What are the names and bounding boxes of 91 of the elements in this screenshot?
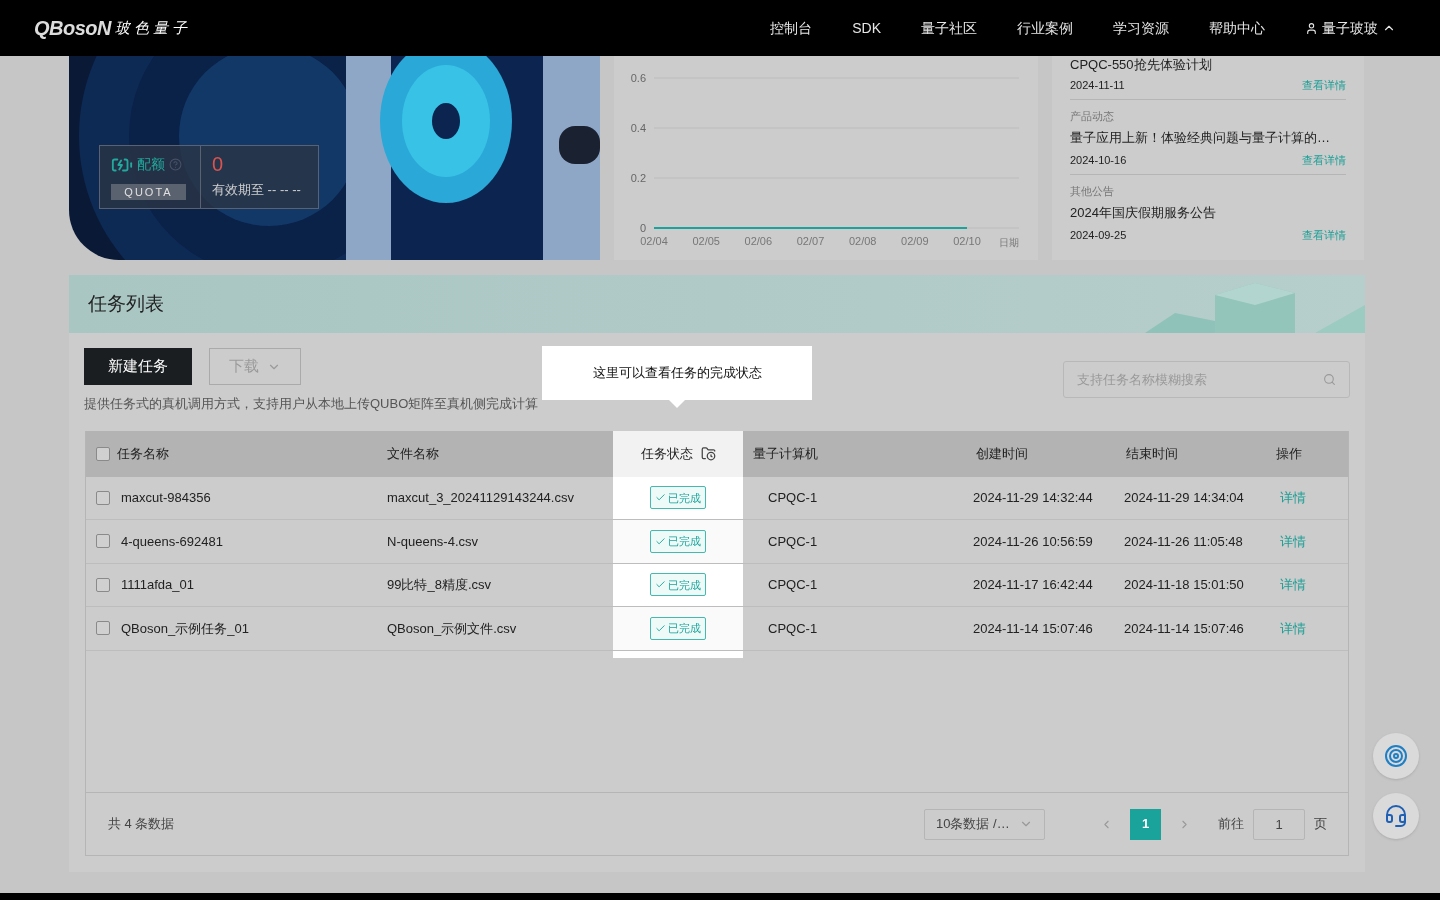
help-icon[interactable] — [169, 158, 182, 172]
y-tick-label: 0.4 — [630, 122, 646, 134]
support-button[interactable] — [1373, 793, 1419, 839]
status-tag: 已完成 — [650, 616, 706, 640]
quota-value: 0 — [212, 154, 225, 175]
column-header: 结束时间 — [1126, 444, 1178, 463]
y-tick-label: 0.2 — [630, 172, 646, 184]
column-header: 任务名称 — [117, 444, 169, 463]
check-icon — [655, 622, 666, 634]
nav-link[interactable]: SDK — [852, 17, 881, 39]
file-name: maxcut_3_20241129143244.csv — [387, 489, 574, 507]
end-time: 2024-11-29 14:34:04 — [1124, 489, 1244, 507]
total-count: 共 4 条数据 — [108, 815, 175, 834]
folder-clock-icon[interactable] — [700, 446, 716, 461]
computer-name: CPQC-1 — [768, 619, 818, 638]
news-category: 其他公告 — [1070, 183, 1115, 199]
status-tag: 已完成 — [650, 573, 706, 597]
target-icon — [1384, 744, 1408, 768]
user-icon — [1305, 21, 1318, 35]
tooltip-text: 这里可以查看任务的完成状态 — [592, 364, 762, 383]
computer-name: CPQC-1 — [768, 576, 818, 594]
table-row[interactable]: QBoson_示例任务_01 QBoson_示例文件.csv 已完成 CPQC-1 2024-11-14 15:07:46 2024-11-14 15:07:46 详情 — [86, 607, 1348, 651]
page-size-select[interactable]: 10条数据 /… — [924, 808, 1045, 840]
created-time: 2024-11-14 15:07:46 — [973, 619, 1093, 638]
goto-label: 前往 — [1218, 815, 1244, 834]
column-header: 量子计算机 — [753, 444, 818, 463]
end-time: 2024-11-26 11:05:48 — [1124, 532, 1243, 551]
x-tick-label: 02/07 — [796, 235, 825, 247]
file-name: QBoson_示例文件.csv — [387, 619, 517, 638]
task-name: QBoson_示例任务_01 — [121, 619, 249, 638]
logo[interactable]: QBosoN 玻色量子 — [34, 13, 191, 43]
x-tick-label: 02/05 — [692, 235, 720, 247]
computer-name: CPQC-1 — [768, 489, 818, 507]
x-tick-label: 02/06 — [744, 235, 773, 247]
search-icon[interactable] — [1323, 373, 1336, 386]
expiry-text: 有效期至 -- -- -- — [212, 181, 301, 200]
column-header: 文件名称 — [387, 444, 439, 463]
y-tick-label: 0 — [639, 222, 646, 234]
checkbox[interactable] — [96, 621, 110, 636]
table-row[interactable]: maxcut-984356 maxcut_3_20241129143244.csv 已完成 CPQC-1 2024-11-29 14:32:44 2024-11-29 14:34:04 详情 — [86, 476, 1348, 520]
page-input[interactable]: 1 — [1253, 808, 1305, 840]
column-header: 操作 — [1276, 444, 1302, 463]
headset-icon — [1384, 804, 1408, 828]
nav-link[interactable]: 帮助中心 — [1209, 17, 1265, 39]
end-time: 2024-11-14 15:07:46 — [1124, 619, 1244, 638]
status-tag: 已完成 — [650, 486, 706, 510]
y-tick-label: 0.6 — [630, 72, 646, 84]
news-category: 产品动态 — [1070, 108, 1115, 124]
checkbox[interactable] — [96, 577, 110, 592]
created-time: 2024-11-29 14:32:44 — [973, 489, 1093, 507]
check-icon — [655, 535, 666, 547]
x-axis-label: 日期 — [999, 237, 1019, 248]
table-row[interactable]: 4-queens-692481 N-queens-4.csv 已完成 CPQC-1 2024-11-26 10:56:59 2024-11-26 11:05:48 详情 — [86, 520, 1348, 564]
computer-name: CPQC-1 — [768, 532, 818, 551]
description-text: 提供任务式的真机调用方式，支持用户从本地上传QUBO矩阵至真机侧完成计算 — [84, 395, 539, 413]
news-date: 2024-09-25 — [1070, 228, 1127, 243]
nav-link[interactable]: 行业案例 — [1017, 17, 1073, 39]
x-tick-label: 02/04 — [640, 235, 668, 247]
checkbox[interactable] — [96, 490, 110, 505]
new-task-button[interactable]: 新建任务 — [84, 348, 192, 385]
table-row[interactable]: 1111afda_01 99比特_8精度.csv 已完成 CPQC-1 2024-11-17 16:42:44 2024-11-18 15:01:50 详情 — [86, 563, 1348, 607]
user-menu[interactable]: 量子玻玻 — [1305, 17, 1396, 39]
file-name: N-queens-4.csv — [387, 532, 479, 551]
task-name: maxcut-984356 — [121, 489, 211, 507]
created-time: 2024-11-26 10:56:59 — [973, 532, 1093, 551]
nav-link[interactable]: 学习资源 — [1113, 17, 1169, 39]
checkbox[interactable] — [96, 446, 110, 461]
quota-badge: QUOTA — [111, 183, 186, 201]
end-time: 2024-11-18 15:01:50 — [1124, 576, 1244, 594]
quota-label: 配额 — [137, 155, 165, 175]
news-date: 2024-10-16 — [1070, 153, 1127, 168]
status-tag: 已完成 — [650, 529, 706, 553]
news-title[interactable]: CPQC-550抢先体验计划 — [1070, 57, 1346, 73]
task-name: 4-queens-692481 — [121, 532, 223, 551]
task-name: 1111afda_01 — [121, 576, 195, 594]
x-tick-label: 02/10 — [953, 235, 981, 247]
news-title[interactable]: 2024年国庆假期服务公告 — [1070, 205, 1346, 221]
x-tick-label: 02/09 — [901, 235, 929, 247]
nav-link[interactable]: 量子社区 — [921, 17, 977, 39]
news-title[interactable]: 量子应用上新！体验经典问题与量子计算的… — [1070, 130, 1346, 146]
section-title: 任务列表 — [88, 291, 164, 316]
x-tick-label: 02/08 — [848, 235, 877, 247]
created-time: 2024-11-17 16:42:44 — [973, 576, 1093, 594]
nav-link[interactable]: 控制台 — [770, 17, 813, 39]
column-header: 创建时间 — [976, 444, 1028, 463]
target-button[interactable] — [1373, 733, 1419, 779]
checkbox[interactable] — [96, 534, 110, 549]
news-date: 2024-11-11 — [1070, 78, 1125, 93]
page-unit: 页 — [1314, 815, 1327, 834]
file-name: 99比特_8精度.csv — [387, 576, 492, 594]
column-header: 任务状态 — [640, 444, 693, 463]
